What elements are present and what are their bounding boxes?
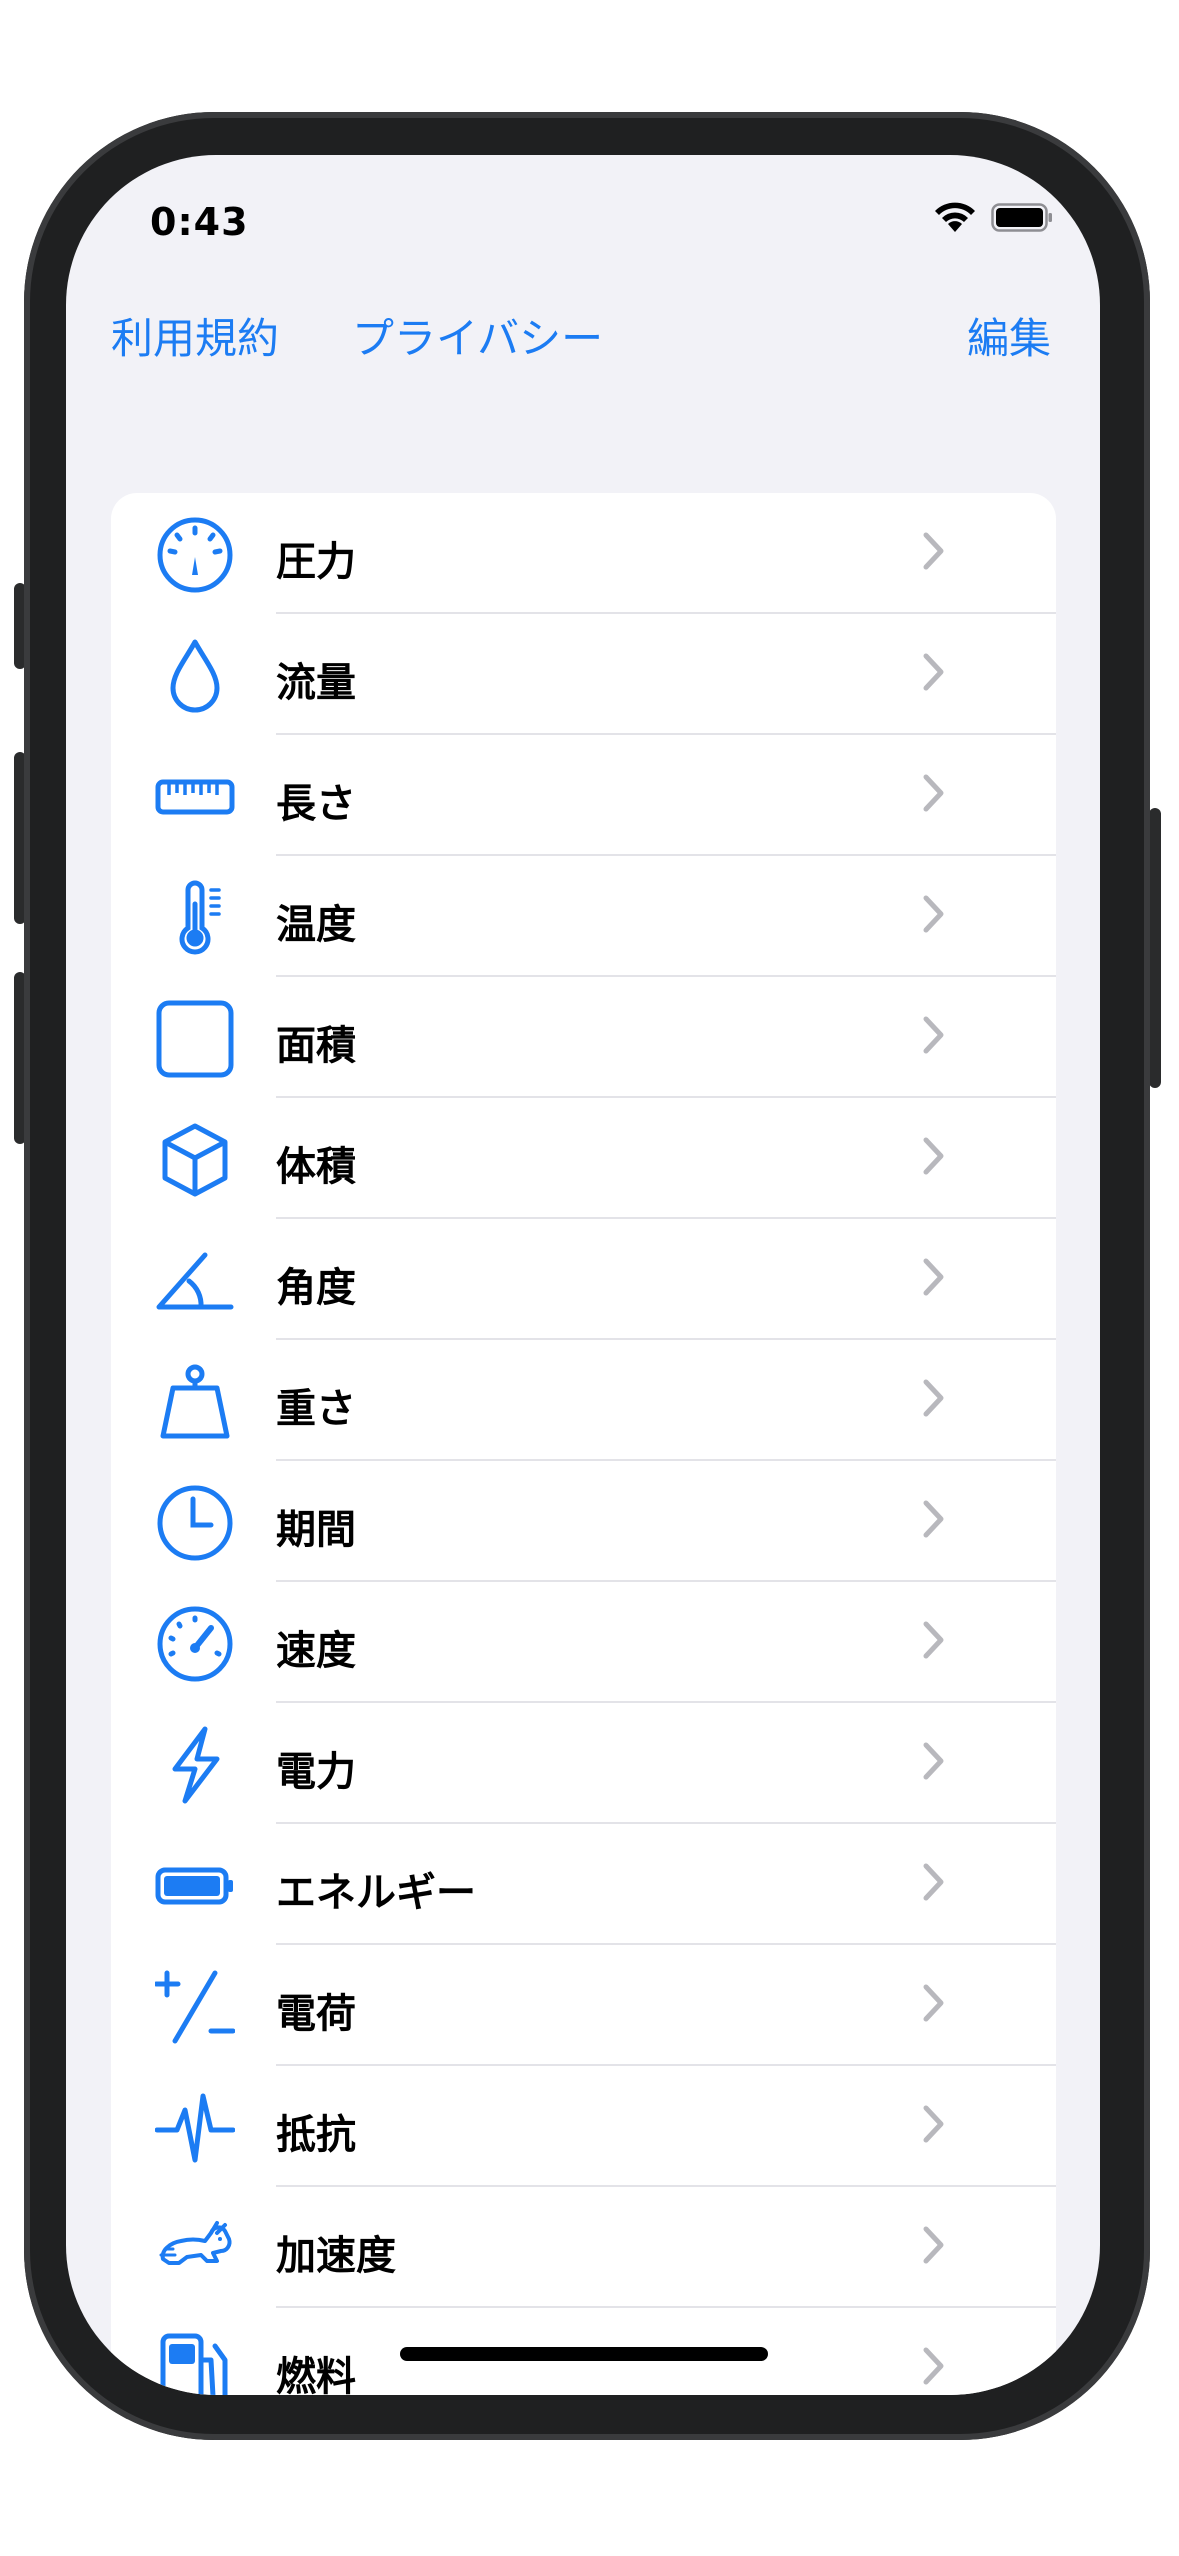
list-item-flow[interactable]: 流量	[111, 614, 1056, 735]
scale-weight-icon	[155, 1362, 235, 1442]
list-item-duration[interactable]: 期間	[111, 1461, 1056, 1582]
drop-icon	[155, 636, 235, 716]
chevron-right-icon	[923, 1621, 944, 1659]
status-time: 0:43	[150, 200, 249, 244]
list-item-label: 面積	[276, 1023, 356, 1069]
list-item-label: 重さ	[276, 1386, 356, 1432]
chevron-right-icon	[923, 1137, 944, 1175]
chevron-right-icon	[923, 1016, 944, 1054]
list-item-label: 燃料	[276, 2354, 356, 2395]
unit-category-list: 圧力 流量 長さ 温度 面積 体積 角度 重さ 期間 速度 電力 エネルギー 電…	[111, 493, 1056, 2395]
chevron-right-icon	[923, 2347, 944, 2385]
list-item-label: エネルギー	[276, 1870, 476, 1916]
ruler-icon	[155, 757, 235, 837]
chevron-right-icon	[923, 532, 944, 570]
battery-status-icon	[991, 203, 1052, 232]
chevron-right-icon	[923, 1500, 944, 1538]
thermometer-icon	[155, 878, 235, 958]
chevron-right-icon	[923, 653, 944, 691]
list-item-speed[interactable]: 速度	[111, 1582, 1056, 1703]
chevron-right-icon	[923, 1258, 944, 1296]
list-item-label: 電力	[276, 1749, 356, 1795]
list-item-length[interactable]: 長さ	[111, 735, 1056, 856]
clock-icon	[155, 1483, 235, 1563]
cube-icon	[155, 1120, 235, 1200]
chevron-right-icon	[923, 1863, 944, 1901]
list-item-weight[interactable]: 重さ	[111, 1340, 1056, 1461]
list-item-label: 抵抗	[276, 2112, 356, 2158]
list-item-label: 速度	[276, 1628, 356, 1674]
plus-minus-icon	[153, 1967, 236, 2047]
list-item-energy[interactable]: エネルギー	[111, 1824, 1056, 1945]
chevron-right-icon	[923, 2105, 944, 2143]
chevron-right-icon	[923, 774, 944, 812]
list-item-acceleration[interactable]: 加速度	[111, 2187, 1056, 2308]
list-item-label: 電荷	[276, 1991, 356, 2037]
list-item-pressure[interactable]: 圧力	[111, 493, 1056, 614]
list-item-power[interactable]: 電力	[111, 1703, 1056, 1824]
list-item-angle[interactable]: 角度	[111, 1219, 1056, 1340]
chevron-right-icon	[923, 1742, 944, 1780]
list-item-resistance[interactable]: 抵抗	[111, 2066, 1056, 2187]
chevron-right-icon	[923, 1379, 944, 1417]
waveform-icon	[154, 2088, 236, 2168]
wifi-icon	[935, 202, 975, 232]
bolt-icon	[155, 1725, 235, 1805]
list-item-label: 温度	[276, 902, 356, 948]
chevron-right-icon	[923, 2226, 944, 2264]
hare-icon	[155, 2209, 235, 2289]
speedometer-icon	[155, 1604, 235, 1684]
battery-icon	[155, 1846, 235, 1926]
app-screen: 0:43 利用規約 プライバシー 編集 圧力 流量 長さ 温度 面積 体積 角度…	[66, 155, 1100, 2395]
list-item-area[interactable]: 面積	[111, 977, 1056, 1098]
side-button	[1149, 808, 1161, 1088]
list-item-label: 長さ	[276, 781, 356, 827]
square-icon	[155, 999, 235, 1079]
chevron-right-icon	[923, 895, 944, 933]
angle-icon	[155, 1241, 235, 1321]
fuel-pump-icon	[155, 2330, 235, 2395]
list-item-charge[interactable]: 電荷	[111, 1945, 1056, 2066]
gauge-icon	[155, 515, 235, 595]
terms-link[interactable]: 利用規約	[111, 305, 279, 366]
list-item-temperature[interactable]: 温度	[111, 856, 1056, 977]
edit-button[interactable]: 編集	[967, 305, 1051, 366]
list-item-label: 圧力	[276, 539, 356, 585]
list-item-label: 角度	[276, 1265, 356, 1311]
chevron-right-icon	[923, 1984, 944, 2022]
list-item-label: 流量	[276, 660, 356, 706]
list-item-volume[interactable]: 体積	[111, 1098, 1056, 1219]
list-item-label: 加速度	[276, 2233, 396, 2279]
home-indicator[interactable]	[400, 2347, 768, 2361]
list-item-label: 体積	[276, 1144, 356, 1190]
privacy-link[interactable]: プライバシー	[352, 305, 603, 366]
list-item-label: 期間	[276, 1507, 356, 1553]
